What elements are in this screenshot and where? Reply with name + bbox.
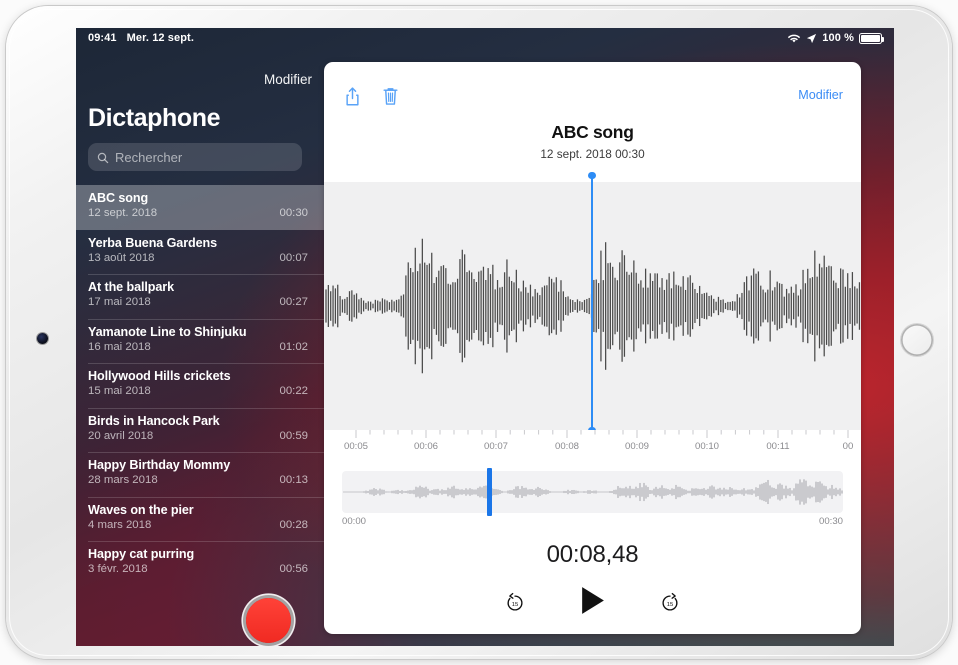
list-item[interactable]: ABC song 12 sept. 2018 00:30 bbox=[76, 185, 324, 230]
recording-date: 28 mars 2018 bbox=[88, 474, 158, 486]
ipad-screen: 09:41 Mer. 12 sept. bbox=[76, 28, 894, 646]
recording-duration: 01:02 bbox=[279, 341, 312, 353]
status-date: Mer. 12 sept. bbox=[127, 32, 194, 44]
search-placeholder: Rechercher bbox=[115, 150, 182, 165]
forward-15-label: 15 bbox=[667, 602, 674, 608]
list-item[interactable]: Yamanote Line to Shinjuku 16 mai 2018 01… bbox=[76, 319, 324, 364]
recording-name: Hollywood Hills crickets bbox=[88, 368, 312, 384]
time-ruler: 00:05 00:06 00:07 00:08 00:09 00:10 00:1… bbox=[324, 430, 861, 460]
list-item[interactable]: Happy Birthday Mommy 28 mars 2018 00:13 bbox=[76, 452, 324, 497]
recording-date: 12 sept. 2018 bbox=[88, 207, 157, 219]
recording-date: 17 mai 2018 bbox=[88, 296, 151, 308]
forward-15-icon[interactable]: 15 bbox=[658, 591, 682, 615]
list-item[interactable]: Happy cat purring 3 févr. 2018 00:56 bbox=[76, 541, 324, 586]
recording-duration: 00:07 bbox=[279, 252, 312, 264]
detail-edit-button[interactable]: Modifier bbox=[798, 88, 843, 102]
recording-duration: 00:27 bbox=[279, 296, 312, 308]
ruler-label: 00:08 bbox=[555, 441, 579, 452]
recording-duration: 00:22 bbox=[279, 385, 312, 397]
sidebar: Modifier Dictaphone Rechercher ABC song bbox=[76, 48, 324, 646]
share-icon[interactable] bbox=[344, 86, 361, 112]
ruler-ticks bbox=[324, 430, 861, 440]
playhead[interactable] bbox=[591, 176, 593, 430]
scrubber-track[interactable] bbox=[342, 471, 843, 513]
recording-name: Yerba Buena Gardens bbox=[88, 235, 312, 251]
recording-date: 13 août 2018 bbox=[88, 252, 155, 264]
front-camera bbox=[37, 333, 48, 344]
home-button[interactable] bbox=[901, 324, 933, 356]
recording-name: Happy cat purring bbox=[88, 546, 312, 562]
detail-header: Modifier ABC song 12 sept. 2018 00:30 bbox=[324, 62, 861, 182]
search-input[interactable]: Rechercher bbox=[88, 143, 302, 171]
play-icon[interactable] bbox=[579, 585, 606, 621]
recording-name: ABC song bbox=[88, 190, 312, 206]
recording-duration: 00:30 bbox=[279, 207, 312, 219]
status-time: 09:41 bbox=[88, 32, 117, 44]
battery-full-icon bbox=[859, 33, 882, 44]
recording-name: Birds in Hancock Park bbox=[88, 413, 312, 429]
ruler-label: 00:06 bbox=[414, 441, 438, 452]
list-item[interactable]: Yerba Buena Gardens 13 août 2018 00:07 bbox=[76, 230, 324, 275]
list-item[interactable]: Birds in Hancock Park 20 avril 2018 00:5… bbox=[76, 408, 324, 453]
ruler-label: 00:09 bbox=[625, 441, 649, 452]
list-item[interactable]: At the ballpark 17 mai 2018 00:27 bbox=[76, 274, 324, 319]
recording-date: 20 avril 2018 bbox=[88, 430, 153, 442]
scrubber-labels: 00:00 00:30 bbox=[342, 516, 843, 527]
search-icon bbox=[97, 151, 109, 163]
recording-duration: 00:59 bbox=[279, 430, 312, 442]
scrubber-end-label: 00:30 bbox=[819, 516, 843, 527]
recording-duration: 00:28 bbox=[279, 519, 312, 531]
status-bar: 09:41 Mer. 12 sept. bbox=[76, 28, 894, 48]
recording-date: 4 mars 2018 bbox=[88, 519, 151, 531]
page-title: Dictaphone bbox=[88, 104, 220, 133]
recording-title: ABC song bbox=[324, 122, 861, 143]
trash-icon[interactable] bbox=[382, 86, 399, 112]
rewind-15-icon[interactable]: 15 bbox=[503, 591, 527, 615]
ruler-label: 00:07 bbox=[484, 441, 508, 452]
recording-subtitle: 12 sept. 2018 00:30 bbox=[324, 147, 861, 161]
waveform-overview bbox=[342, 471, 843, 513]
detail-pane: Modifier ABC song 12 sept. 2018 00:30 00… bbox=[324, 62, 861, 634]
location-arrow-icon bbox=[806, 33, 817, 44]
recording-date: 15 mai 2018 bbox=[88, 385, 151, 397]
recording-duration: 00:56 bbox=[279, 563, 312, 575]
rewind-15-label: 15 bbox=[512, 602, 519, 608]
ruler-label: 00 bbox=[843, 441, 854, 452]
recording-name: Happy Birthday Mommy bbox=[88, 457, 312, 473]
recording-name: At the ballpark bbox=[88, 279, 312, 295]
current-time-display: 00:08,48 bbox=[324, 541, 861, 569]
waveform-panel[interactable] bbox=[324, 182, 861, 430]
recording-duration: 00:13 bbox=[279, 474, 312, 486]
ruler-label: 00:11 bbox=[766, 441, 789, 452]
recordings-list[interactable]: ABC song 12 sept. 2018 00:30 Yerba Buena… bbox=[76, 185, 324, 600]
ruler-label: 00:10 bbox=[695, 441, 719, 452]
recording-date: 16 mai 2018 bbox=[88, 341, 151, 353]
screenshot-root: 09:41 Mer. 12 sept. bbox=[0, 0, 958, 665]
scrubber[interactable] bbox=[342, 471, 843, 513]
ruler-label: 00:05 bbox=[344, 441, 368, 452]
recording-name: Waves on the pier bbox=[88, 502, 312, 518]
wifi-icon bbox=[787, 33, 801, 44]
sidebar-edit-button[interactable]: Modifier bbox=[264, 72, 312, 87]
ipad-device-frame: 09:41 Mer. 12 sept. bbox=[6, 6, 952, 659]
playback-controls: 15 15 bbox=[324, 585, 861, 621]
recording-date: 3 févr. 2018 bbox=[88, 563, 148, 575]
list-item[interactable]: Waves on the pier 4 mars 2018 00:28 bbox=[76, 497, 324, 542]
scrubber-handle[interactable] bbox=[487, 468, 492, 516]
recording-name: Yamanote Line to Shinjuku bbox=[88, 324, 312, 340]
record-button[interactable] bbox=[246, 598, 291, 643]
battery-percent-label: 100 % bbox=[822, 32, 854, 44]
scrubber-start-label: 00:00 bbox=[342, 516, 366, 527]
list-item[interactable]: Hollywood Hills crickets 15 mai 2018 00:… bbox=[76, 363, 324, 408]
